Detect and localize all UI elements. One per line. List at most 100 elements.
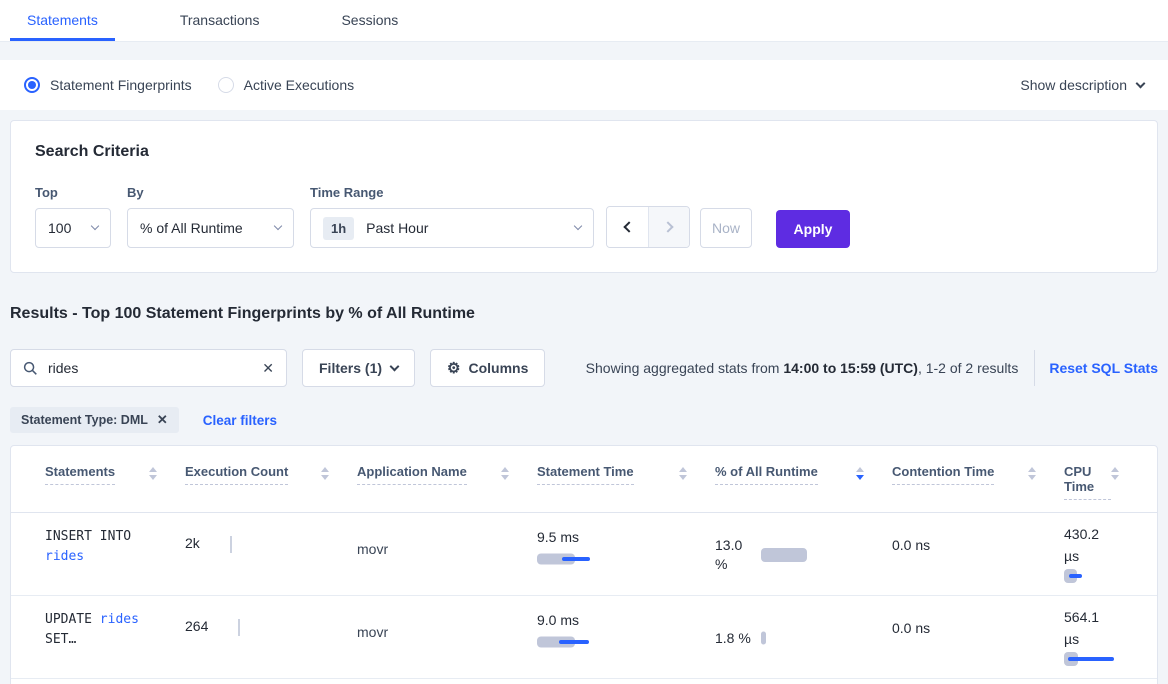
- cpu-time-cell: 564.1 µs: [1064, 606, 1147, 666]
- statement-link[interactable]: rides: [45, 549, 84, 564]
- time-range-label: Time Range: [310, 185, 594, 200]
- statement-time-bar: [537, 635, 607, 649]
- pct-runtime-cell: 13.0 %: [715, 527, 892, 583]
- by-label: By: [127, 185, 294, 200]
- search-icon: [23, 361, 38, 376]
- show-description-toggle[interactable]: Show description: [1020, 77, 1144, 93]
- execution-count-cell: 2k: [185, 527, 357, 583]
- chevron-down-icon: [91, 222, 99, 230]
- time-range-arrows: [606, 206, 690, 248]
- chevron-down-icon: [574, 222, 582, 230]
- sort-icon-active-desc[interactable]: [856, 467, 864, 480]
- sort-icon[interactable]: [1111, 467, 1119, 480]
- table-row[interactable]: INSERT INTO rides 2k movr 9.5 ms 13.0 % …: [11, 513, 1157, 596]
- by-select[interactable]: % of All Runtime: [127, 208, 294, 248]
- statements-table: Statements Execution Count Application N…: [10, 445, 1158, 684]
- chevron-right-icon: [662, 221, 673, 232]
- column-header-execution-count[interactable]: Execution Count: [185, 464, 357, 500]
- table-row[interactable]: UPDATE rides SET… 264 movr 9.0 ms 1.8 % …: [11, 596, 1157, 679]
- tab-statements[interactable]: Statements: [10, 0, 115, 41]
- results-heading: Results - Top 100 Statement Fingerprints…: [10, 305, 1158, 323]
- sort-icon[interactable]: [1028, 467, 1036, 480]
- aggregated-stats-text: Showing aggregated stats from 14:00 to 1…: [586, 360, 1019, 376]
- next-time-range-button[interactable]: [648, 207, 689, 247]
- time-range-value: Past Hour: [366, 220, 428, 236]
- search-criteria-panel: Search Criteria Top 100 By % of All Runt…: [10, 120, 1158, 273]
- statement-cell[interactable]: INSERT INTO rides: [45, 527, 153, 583]
- application-name-cell: movr: [357, 610, 537, 666]
- column-header-application-name[interactable]: Application Name: [357, 464, 537, 500]
- clear-search-icon[interactable]: ✕: [262, 360, 274, 377]
- page-tabs: Statements Transactions Sessions: [0, 0, 1168, 42]
- top-field: Top 100: [35, 185, 111, 248]
- statement-cell[interactable]: UPDATE rides SET…: [45, 610, 153, 666]
- chevron-left-icon: [623, 221, 634, 232]
- search-criteria-title: Search Criteria: [35, 143, 1133, 161]
- column-header-cpu-time[interactable]: CPU Time: [1064, 464, 1147, 500]
- cpu-time-cell: 430.2 µs: [1064, 523, 1147, 583]
- reset-sql-stats-link[interactable]: Reset SQL Stats: [1049, 360, 1158, 376]
- filters-button[interactable]: Filters (1): [302, 349, 415, 387]
- gear-icon: ⚙: [447, 359, 460, 377]
- table-header-row: Statements Execution Count Application N…: [11, 446, 1157, 513]
- tab-sessions[interactable]: Sessions: [324, 0, 415, 41]
- radio-selected-icon: [24, 77, 40, 93]
- top-value: 100: [48, 220, 71, 236]
- chevron-down-icon: [390, 361, 400, 371]
- by-field: By % of All Runtime: [127, 185, 294, 248]
- column-header-statement-time[interactable]: Statement Time: [537, 464, 715, 500]
- sort-icon[interactable]: [149, 467, 157, 480]
- view-toggle-bar: Statement Fingerprints Active Executions…: [0, 60, 1168, 110]
- cpu-time-bar: [1064, 569, 1134, 583]
- active-filters-row: Statement Type: DML ✕ Clear filters: [10, 407, 1158, 433]
- now-button[interactable]: Now: [700, 208, 752, 248]
- contention-time-cell: 0.0 ns: [892, 610, 1064, 666]
- execution-count-bar: [238, 619, 240, 636]
- application-name-cell: movr: [357, 527, 537, 583]
- chevron-down-icon: [274, 222, 282, 230]
- statement-link[interactable]: rides: [100, 612, 139, 627]
- results-controls: ✕ Filters (1) ⚙ Columns Showing aggregat…: [10, 349, 1158, 387]
- statement-time-cell: 9.0 ms: [537, 610, 715, 666]
- tab-transactions[interactable]: Transactions: [163, 0, 277, 41]
- statement-search-box[interactable]: ✕: [10, 349, 287, 387]
- execution-count-bar: [230, 536, 232, 553]
- clear-filters-link[interactable]: Clear filters: [203, 413, 277, 428]
- column-header-statements[interactable]: Statements: [45, 464, 185, 500]
- pct-runtime-cell: 1.8 %: [715, 610, 892, 666]
- by-value: % of All Runtime: [140, 220, 243, 236]
- time-range-field: Time Range 1h Past Hour: [310, 185, 594, 248]
- cpu-time-bar: [1064, 652, 1134, 666]
- time-range-badge: 1h: [323, 217, 354, 240]
- filters-label: Filters (1): [319, 360, 382, 376]
- statement-time-cell: 9.5 ms: [537, 527, 715, 583]
- filter-pill-statement-type[interactable]: Statement Type: DML ✕: [10, 407, 179, 433]
- statement-time-bar: [537, 552, 607, 566]
- contention-time-cell: 0.0 ns: [892, 527, 1064, 583]
- radio-unselected-icon: [218, 77, 234, 93]
- stats-time-range: 14:00 to 15:59 (UTC): [783, 360, 918, 376]
- radio-statement-fingerprints[interactable]: Statement Fingerprints: [24, 77, 192, 93]
- column-header-pct-of-all-runtime[interactable]: % of All Runtime: [715, 464, 892, 500]
- sort-icon[interactable]: [321, 467, 329, 480]
- time-range-select[interactable]: 1h Past Hour: [310, 208, 594, 248]
- columns-label: Columns: [468, 360, 528, 376]
- columns-button[interactable]: ⚙ Columns: [430, 349, 545, 387]
- remove-filter-icon[interactable]: ✕: [157, 412, 168, 428]
- radio-active-executions[interactable]: Active Executions: [218, 77, 355, 93]
- sort-icon[interactable]: [501, 467, 509, 480]
- previous-time-range-button[interactable]: [607, 207, 648, 247]
- pct-runtime-bar: [761, 631, 811, 645]
- column-header-contention-time[interactable]: Contention Time: [892, 464, 1064, 500]
- divider: [1034, 350, 1035, 386]
- execution-count-cell: 264: [185, 610, 357, 666]
- pct-runtime-bar: [761, 548, 811, 562]
- radio-label: Active Executions: [244, 77, 355, 93]
- search-input[interactable]: [48, 360, 262, 376]
- sort-icon[interactable]: [679, 467, 687, 480]
- apply-button[interactable]: Apply: [776, 210, 850, 248]
- filter-pill-label: Statement Type: DML: [21, 413, 148, 427]
- top-select[interactable]: 100: [35, 208, 111, 248]
- chevron-down-icon: [1136, 78, 1146, 88]
- radio-label: Statement Fingerprints: [50, 77, 192, 93]
